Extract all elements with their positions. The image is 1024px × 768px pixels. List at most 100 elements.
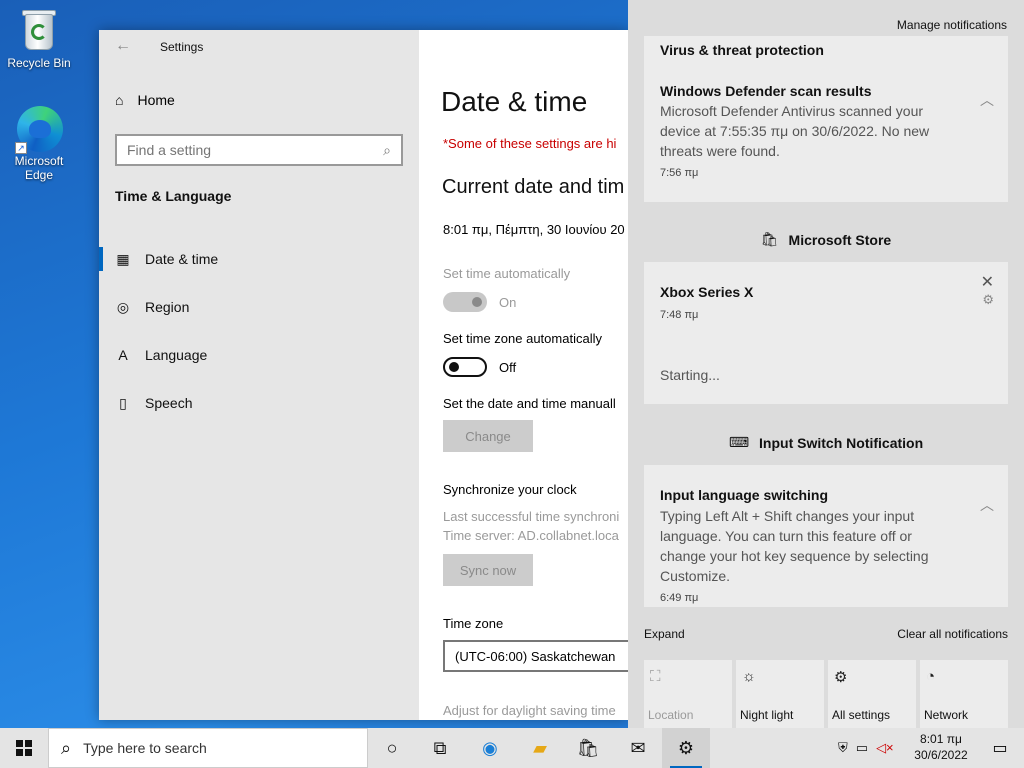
store-notification[interactable]: Xbox Series X ✕ ⚙ 7:48 πμ Starting... xyxy=(644,262,1008,404)
sync-title: Synchronize your clock xyxy=(443,482,577,497)
store-time: 7:48 πμ xyxy=(660,309,699,321)
quick-action-location[interactable]: ⛶ Location xyxy=(644,660,732,728)
recycle-bin-icon xyxy=(17,8,61,54)
sync-server: Time server: AD.collabnet.loca xyxy=(443,528,619,543)
set-time-auto-state: On xyxy=(499,295,517,310)
calendar-clock-icon: ▦ xyxy=(116,250,130,267)
manual-time-label: Set the date and time manuall xyxy=(443,396,616,411)
quick-action-label: Location xyxy=(648,708,694,722)
set-time-auto-toggle[interactable] xyxy=(443,292,487,312)
nav-item-language[interactable]: A Language xyxy=(99,331,419,379)
taskbar-search-placeholder: Type here to search xyxy=(83,740,207,756)
input-time: 6:49 πμ xyxy=(660,592,699,604)
nav-home-label: Home xyxy=(137,92,175,108)
defender-body: Microsoft Defender Antivirus scanned you… xyxy=(660,103,930,159)
clock-date: 30/6/2022 xyxy=(914,748,968,762)
expand-link[interactable]: Expand xyxy=(644,627,685,641)
notification-icon[interactable]: ▭ xyxy=(976,728,1024,768)
defender-time: 7:56 πμ xyxy=(660,167,699,179)
input-app-name: Input Switch Notification xyxy=(759,434,924,451)
current-date-time: 8:01 πμ, Πέμπτη, 30 Ιουνίου 20 xyxy=(443,222,625,237)
desktop-icon-edge[interactable]: ↗ Microsoft Edge xyxy=(1,106,77,182)
sync-now-button[interactable]: Sync now xyxy=(443,554,533,586)
section-title: Current date and tim xyxy=(442,176,625,198)
nav-item-label: Region xyxy=(145,299,190,315)
set-time-auto-label: Set time automatically xyxy=(443,266,571,281)
clear-all-link[interactable]: Clear all notifications xyxy=(897,627,1008,641)
volume-muted-icon[interactable]: ◁× xyxy=(876,740,894,756)
find-setting-input[interactable] xyxy=(127,142,384,158)
notification-center: Manage notifications Virus & threat prot… xyxy=(628,0,1024,728)
find-setting-box[interactable]: ⌕ xyxy=(115,134,403,166)
defender-notification[interactable]: Virus & threat protection Windows Defend… xyxy=(644,36,1008,202)
page-title: Date & time xyxy=(441,86,588,117)
input-notification[interactable]: Input language switching ︿ Typing Left A… xyxy=(644,465,1008,607)
taskbar-clock[interactable]: 8:01 πμ 30/6/2022 xyxy=(908,731,974,763)
collapse-chevron-icon[interactable]: ︿ xyxy=(980,90,994,110)
time-zone-select[interactable]: (UTC-06:00) Saskatchewan xyxy=(443,640,628,672)
nav-item-speech[interactable]: ▯ Speech xyxy=(99,379,419,427)
mail-icon[interactable]: ✉ xyxy=(614,728,662,768)
input-app-header: ⌨ Input Switch Notification xyxy=(628,434,1024,451)
nav-item-region[interactable]: ◎ Region xyxy=(99,283,419,331)
settings-taskbar-icon[interactable]: ⚙ xyxy=(662,728,710,768)
set-tz-auto-toggle[interactable] xyxy=(443,357,487,377)
store-app-header: 🛍 Microsoft Store xyxy=(628,231,1024,248)
quick-action-label: Network xyxy=(924,708,969,722)
shield-icon[interactable]: ⛨ xyxy=(838,740,848,756)
action-center-links: Expand Clear all notifications xyxy=(644,627,1008,641)
start-button[interactable] xyxy=(0,728,48,768)
quick-action-network[interactable]: ◔ Network xyxy=(920,660,1008,728)
location-icon: ⛶ xyxy=(650,668,661,685)
quick-action-night-light[interactable]: ☼ Night light xyxy=(736,660,824,728)
change-button[interactable]: Change xyxy=(443,420,533,452)
managed-warning: *Some of these settings are hi xyxy=(443,136,617,151)
home-icon: ⌂ xyxy=(115,92,124,108)
desktop-icon-recycle-bin[interactable]: Recycle Bin xyxy=(1,8,77,70)
window-title: Settings xyxy=(160,40,204,54)
nav-item-date-time[interactable]: ▦ Date & time xyxy=(99,235,419,283)
daylight-label: Adjust for daylight saving time xyxy=(443,703,616,718)
cortana-icon[interactable]: ○ xyxy=(368,728,416,768)
nav-item-label: Speech xyxy=(145,395,193,411)
sync-last: Last successful time synchroni xyxy=(443,509,620,524)
store-bag-icon: 🛍 xyxy=(760,231,779,247)
quick-action-label: All settings xyxy=(832,708,891,722)
language-icon: A xyxy=(118,347,128,363)
defender-group-title: Virus & threat protection xyxy=(660,42,824,58)
store-taskbar-icon[interactable]: 🛍 xyxy=(564,728,612,768)
nav-home[interactable]: ⌂ Home xyxy=(115,92,175,108)
store-status: Starting... xyxy=(660,367,720,383)
input-title: Input language switching xyxy=(660,487,828,503)
system-tray: ⛨ ▭ ◁× xyxy=(838,728,894,768)
taskbar: ⌕ Type here to search ○ ⧉ ◉ ▰ 🛍 ✉ ⚙ ⛨ ▭ … xyxy=(0,728,1024,768)
windows-logo-icon xyxy=(16,740,32,756)
nav-section-title: Time & Language xyxy=(115,188,232,204)
close-icon[interactable]: ✕ xyxy=(981,272,994,292)
nav-list: ▦ Date & time ◎ Region A Language ▯ Spee… xyxy=(99,235,419,427)
file-explorer-icon[interactable]: ▰ xyxy=(516,728,564,768)
quick-action-all-settings[interactable]: ⚙ All settings xyxy=(828,660,916,728)
taskbar-search[interactable]: ⌕ Type here to search xyxy=(48,728,368,768)
nav-item-label: Language xyxy=(145,347,208,363)
network-icon[interactable]: ▭ xyxy=(856,740,868,756)
search-icon: ⌕ xyxy=(383,141,391,158)
task-view-icon[interactable]: ⧉ xyxy=(416,728,464,768)
network-icon: ◔ xyxy=(926,668,936,685)
manage-notifications-link[interactable]: Manage notifications xyxy=(897,18,1007,32)
edge-taskbar-icon[interactable]: ◉ xyxy=(466,728,514,768)
microphone-icon: ▯ xyxy=(119,394,127,411)
quick-action-label: Night light xyxy=(740,708,794,722)
settings-window: ← Settings ⌂ Home ⌕ Time & Language ▦ Da… xyxy=(99,30,628,720)
edge-icon: ↗ xyxy=(15,106,63,154)
desktop-icon-label: Microsoft Edge xyxy=(14,154,64,182)
set-tz-auto-label: Set time zone automatically xyxy=(443,331,602,346)
keyboard-icon: ⌨ xyxy=(728,434,750,450)
collapse-chevron-icon[interactable]: ︿ xyxy=(980,495,994,515)
desktop-icon-label: Recycle Bin xyxy=(7,56,71,70)
store-app-name: Microsoft Store xyxy=(788,231,892,248)
gear-icon[interactable]: ⚙ xyxy=(982,292,994,308)
store-title: Xbox Series X xyxy=(660,284,754,300)
back-arrow-icon[interactable]: ← xyxy=(115,36,135,56)
set-tz-auto-state: Off xyxy=(499,360,517,375)
